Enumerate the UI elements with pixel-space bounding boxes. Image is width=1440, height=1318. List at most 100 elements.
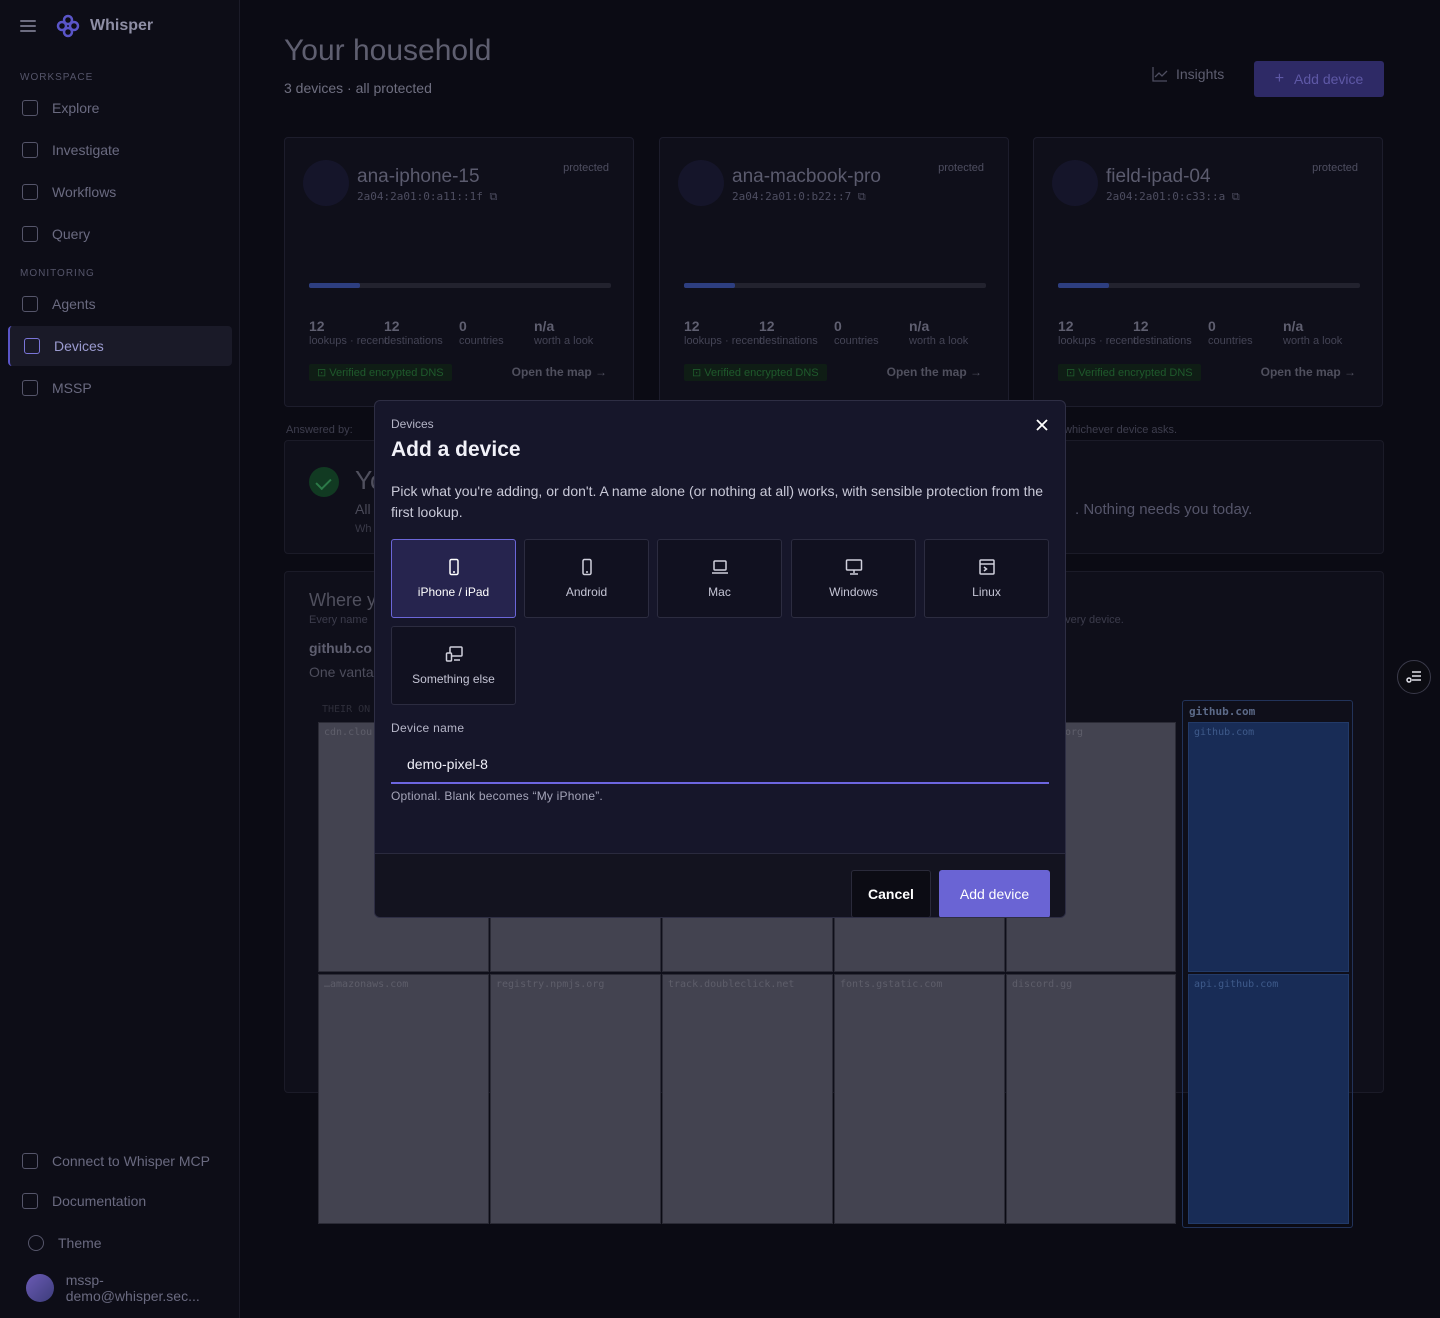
arrow-right-icon: →	[970, 365, 982, 379]
sidebar-item-label: Investigate	[52, 142, 120, 158]
stat-worth: n/a worth a look	[909, 318, 969, 347]
stat-destinations: 12 destinations	[384, 318, 443, 347]
sidebar-item-explore[interactable]: Explore	[8, 88, 232, 128]
app-root: Whisper WORKSPACE Explore Investigate Wo…	[0, 0, 1440, 1318]
mcp-icon	[22, 1153, 38, 1169]
sidebar-item-agents[interactable]: Agents	[8, 284, 232, 324]
sidebar-item-mcp[interactable]: Connect to Whisper MCP	[8, 1141, 232, 1181]
phone-icon	[448, 558, 459, 576]
sidebar-item-label: MSSP	[52, 380, 92, 396]
usage-bar-fill	[1058, 283, 1110, 288]
add-device-submit-button[interactable]: Add device	[939, 870, 1050, 917]
workflows-icon	[22, 184, 38, 200]
device-card[interactable]: field-ipad-04 2a04:2a01:0:c33::a ⧉ prote…	[1033, 137, 1383, 407]
dns-badge: ⊡ Verified encrypted DNS	[684, 364, 827, 381]
modal-title: Add a device	[391, 438, 521, 461]
device-name: field-ipad-04	[1106, 166, 1211, 187]
assistant-fab[interactable]	[1397, 660, 1431, 694]
treemap-tile[interactable]: fonts.gstatic.com	[834, 974, 1005, 1224]
laptop-icon	[678, 160, 724, 206]
where-subtitle-right: every device.	[1059, 614, 1124, 626]
page-title: Your household	[284, 34, 492, 67]
option-label: Linux	[972, 585, 1001, 599]
option-label: iPhone / iPad	[417, 585, 490, 599]
menu-icon[interactable]	[20, 20, 36, 32]
user-menu[interactable]: mssp-demo@whisper.sec...	[12, 1268, 236, 1308]
sidebar-item-mssp[interactable]: MSSP	[8, 368, 232, 408]
device-name-help: Optional. Blank becomes “My iPhone”.	[391, 789, 603, 803]
theme-toggle[interactable]: Theme	[14, 1223, 238, 1263]
section-workspace: WORKSPACE	[20, 72, 94, 83]
sidebar-item-investigate[interactable]: Investigate	[8, 130, 232, 170]
sidebar-item-label: Documentation	[52, 1193, 147, 1209]
cancel-button[interactable]: Cancel	[851, 870, 931, 917]
app-name: Whisper	[90, 17, 154, 34]
usage-bar	[684, 283, 986, 288]
option-linux[interactable]: Linux	[924, 539, 1049, 618]
treemap-tile[interactable]: registry.npmjs.org	[490, 974, 661, 1224]
device-ip[interactable]: 2a04:2a01:0:a11::1f ⧉	[357, 190, 497, 204]
treemap-tile[interactable]: api.github.com	[1188, 974, 1349, 1224]
device-name-input[interactable]	[391, 746, 1049, 784]
open-map-link[interactable]: Open the map →	[887, 365, 982, 379]
treemap-label: THEIR ON	[322, 704, 371, 715]
modal-footer: Cancel Add device	[375, 853, 1065, 917]
where-subtitle: Every name	[309, 614, 368, 626]
dns-badge: ⊡ Verified encrypted DNS	[1058, 364, 1201, 381]
treemap-tile[interactable]: discord.gg	[1006, 974, 1176, 1224]
treemap-tile[interactable]: track.doubleclick.net	[662, 974, 833, 1224]
sidebar-item-label: Connect to Whisper MCP	[52, 1153, 210, 1169]
explore-icon	[22, 100, 38, 116]
insights-button[interactable]: Insights	[1152, 66, 1224, 82]
where-title: Where y	[309, 590, 377, 610]
lock-icon: ⊡	[692, 367, 705, 379]
option-windows[interactable]: Windows	[791, 539, 916, 618]
laptop-icon	[711, 560, 728, 574]
mssp-icon	[22, 380, 38, 396]
option-label: Something else	[412, 672, 495, 686]
lock-icon: ⊡	[1066, 367, 1079, 379]
option-mac[interactable]: Mac	[657, 539, 782, 618]
stat-countries: 0 countries	[834, 318, 879, 347]
sidebar-item-query[interactable]: Query	[8, 214, 232, 254]
query-icon	[22, 226, 38, 242]
usage-bar-fill	[309, 283, 361, 288]
sidebar-item-label: Theme	[58, 1235, 102, 1251]
option-something-else[interactable]: Something else	[391, 626, 516, 705]
device-status: protected	[1312, 162, 1358, 174]
stat-countries: 0 countries	[459, 318, 504, 347]
device-card[interactable]: ana-macbook-pro 2a04:2a01:0:b22::7 ⧉ pro…	[659, 137, 1009, 407]
open-map-link[interactable]: Open the map →	[512, 365, 607, 379]
close-icon[interactable]	[1031, 414, 1053, 436]
whisper-logo-icon	[56, 14, 80, 38]
dns-badge: ⊡ Verified encrypted DNS	[309, 364, 452, 381]
sidebar-item-devices[interactable]: Devices	[8, 326, 232, 366]
copy-icon: ⧉	[857, 190, 866, 203]
open-map-link[interactable]: Open the map →	[1261, 365, 1356, 379]
lock-icon: ⊡	[317, 367, 330, 379]
plus-icon: +	[1274, 70, 1285, 87]
option-label: Mac	[708, 585, 731, 599]
option-android[interactable]: Android	[524, 539, 649, 618]
usage-bar-fill	[684, 283, 736, 288]
stat-worth: n/a worth a look	[534, 318, 594, 347]
stat-lookups: 12 lookups · recent	[684, 318, 763, 347]
option-iphone[interactable]: iPhone / iPad	[391, 539, 516, 618]
monitor-icon	[845, 559, 862, 575]
stat-destinations: 12 destinations	[1133, 318, 1192, 347]
device-status: protected	[938, 162, 984, 174]
device-card[interactable]: ana-iphone-15 2a04:2a01:0:a11::1f ⧉ prot…	[284, 137, 634, 407]
device-ip[interactable]: 2a04:2a01:0:c33::a ⧉	[1106, 190, 1240, 204]
device-ip[interactable]: 2a04:2a01:0:b22::7 ⧉	[732, 190, 866, 204]
device-status: protected	[563, 162, 609, 174]
modal-description: Pick what you're adding, or don't. A nam…	[391, 483, 1044, 520]
add-device-button[interactable]: + Add device	[1254, 61, 1384, 97]
sidebar-item-workflows[interactable]: Workflows	[8, 172, 232, 212]
treemap-tile[interactable]: github.com	[1188, 722, 1349, 972]
option-label: Android	[565, 585, 608, 599]
stat-worth: n/a worth a look	[1283, 318, 1343, 347]
sidebar-item-docs[interactable]: Documentation	[8, 1181, 232, 1221]
devices-icon	[24, 338, 40, 354]
treemap-tile[interactable]: …amazonaws.com	[318, 974, 489, 1224]
devices-icon	[445, 646, 463, 662]
